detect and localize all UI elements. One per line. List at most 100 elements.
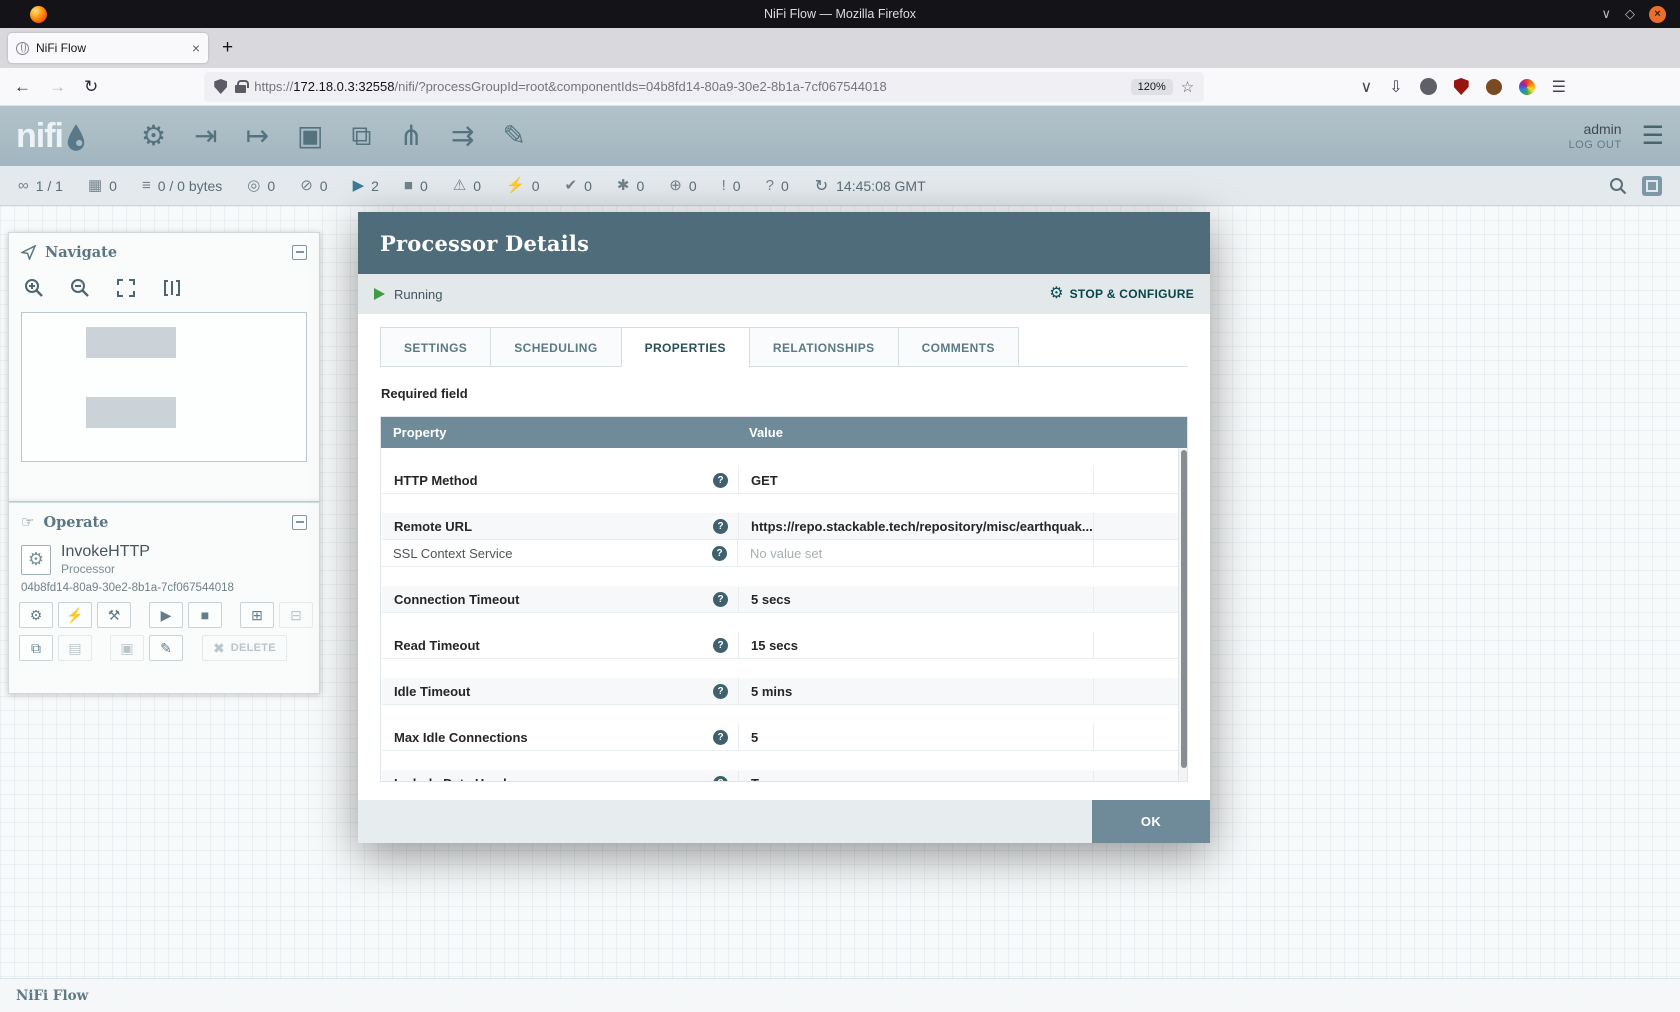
refresh-icon[interactable]: ↻ (815, 176, 828, 196)
collapse-operate-button[interactable] (292, 515, 307, 530)
zoom-out-button[interactable] (69, 277, 91, 302)
scrollbar-thumb[interactable] (1181, 450, 1187, 768)
group-icon[interactable]: ⊞ (240, 602, 274, 628)
pinwheel-extension-icon[interactable] (1519, 79, 1535, 95)
nifi-global-menu-icon[interactable]: ☰ (1642, 121, 1664, 151)
dialog-tab[interactable]: SCHEDULING (490, 327, 621, 367)
property-row[interactable]: Remote URL ? https://repo.stackable.tech… (382, 513, 1187, 540)
help-icon[interactable]: ? (713, 776, 728, 782)
browser-navbar: ← → ↻ https://172.18.0.3:32558/nifi/?pro… (0, 68, 1680, 106)
property-row[interactable]: Idle Timeout ? 5 mins (382, 678, 1187, 705)
lock-icon[interactable] (235, 85, 246, 93)
input-port-icon[interactable]: ⇥ (194, 122, 217, 150)
dialog-tab[interactable]: PROPERTIES (621, 327, 750, 367)
dialog-tab[interactable]: SETTINGS (380, 327, 491, 367)
template-icon[interactable]: ⇉ (451, 122, 474, 150)
configure-icon[interactable]: ⚙ (19, 602, 53, 628)
status-count: 0 (420, 178, 428, 194)
ublock-shield-icon[interactable] (1454, 78, 1469, 95)
status-item: ≡ 0 / 0 bytes (142, 178, 222, 194)
help-icon[interactable]: ? (713, 684, 728, 699)
up-to-date-icon: ✔ (565, 178, 578, 193)
new-tab-button[interactable]: + (222, 37, 233, 59)
process-group-icon[interactable]: ▣ (297, 122, 323, 150)
forward-button[interactable]: → (49, 77, 66, 97)
panel-grid-icon[interactable] (1642, 176, 1662, 196)
output-port-icon[interactable]: ↦ (246, 122, 269, 150)
operate-title: Operate (43, 514, 108, 531)
stop-and-configure-button[interactable]: ⚙ STOP & CONFIGURE (1049, 286, 1194, 302)
zoom-level-badge[interactable]: 120% (1131, 79, 1173, 95)
property-row[interactable]: Read Timeout ? 15 secs (382, 632, 1187, 659)
window-minimize-button[interactable]: ∨ (1601, 6, 1611, 22)
active-threads-icon: ▦ (88, 178, 102, 193)
downloads-icon[interactable]: ⇩ (1389, 77, 1402, 97)
zoom-fit-button[interactable] (115, 277, 137, 302)
remote-process-group-icon[interactable]: ⧉ (352, 122, 372, 150)
tab-label: SETTINGS (404, 341, 467, 355)
privacy-badger-icon[interactable] (1486, 79, 1502, 95)
dialog-footer: OK (358, 800, 1210, 843)
running-status-label: Running (394, 287, 442, 302)
help-icon[interactable]: ? (713, 638, 728, 653)
help-icon[interactable]: ? (713, 592, 728, 607)
start-icon[interactable]: ▶ (149, 602, 183, 628)
back-button[interactable]: ← (14, 77, 31, 97)
table-scrollbar[interactable] (1178, 448, 1187, 781)
navigate-icon (21, 245, 36, 260)
logout-button[interactable]: LOG OUT (1569, 139, 1622, 151)
navigate-title: Navigate (45, 244, 117, 261)
processor-icon[interactable]: ⚙ (141, 122, 166, 150)
tracking-shield-icon[interactable] (214, 79, 227, 94)
breadcrumb-root-link[interactable]: NiFi Flow (16, 988, 88, 1004)
dialog-tab[interactable]: RELATIONSHIPS (749, 327, 899, 367)
status-item: ✔ 0 (565, 178, 592, 194)
browser-tab[interactable]: NiFi Flow × (8, 33, 208, 63)
enable-icon[interactable]: ⚡ (58, 602, 92, 628)
property-row[interactable]: SSL Context Service ? No value set (381, 540, 1187, 567)
property-row[interactable]: Include Date Header ? True (382, 770, 1187, 781)
ok-button[interactable]: OK (1092, 800, 1210, 843)
account-icon[interactable] (1420, 78, 1437, 95)
paste-icon[interactable]: ▤ (58, 635, 92, 661)
app-menu-icon[interactable]: ☰ (1552, 77, 1566, 97)
access-policies-icon[interactable]: ⚒ (97, 602, 131, 628)
help-icon[interactable]: ? (713, 519, 728, 534)
label-icon[interactable]: ✎ (502, 122, 525, 150)
bookmark-star-button[interactable]: ☆ (1181, 78, 1194, 96)
pocket-icon[interactable]: ∨ (1361, 77, 1373, 97)
window-close-button[interactable]: × (1649, 6, 1666, 23)
window-maximize-button[interactable]: ◇ (1625, 6, 1635, 22)
help-icon[interactable]: ? (713, 730, 728, 745)
minimap[interactable] (21, 312, 307, 462)
status-item: ■ 0 (404, 178, 428, 194)
dialog-tab[interactable]: COMMENTS (898, 327, 1019, 367)
help-icon[interactable]: ? (713, 473, 728, 488)
copy-icon[interactable]: ⧉ (19, 635, 53, 661)
delete-icon[interactable]: ✖DELETE (202, 635, 287, 661)
ungroup-icon[interactable]: ⊟ (279, 602, 313, 628)
urlbar[interactable]: https://172.18.0.3:32558/nifi/?processGr… (204, 72, 1204, 102)
zoom-actual-button[interactable] (161, 277, 183, 302)
status-count: 0 (733, 178, 741, 194)
zoom-in-button[interactable] (23, 277, 45, 302)
reload-button[interactable]: ↻ (84, 77, 98, 97)
property-row[interactable]: Max Idle Connections ? 5 (382, 724, 1187, 751)
global-search-icon[interactable] (1608, 176, 1628, 196)
stop-icon[interactable]: ■ (188, 602, 222, 628)
minimap-component-rect (86, 327, 176, 358)
color-icon[interactable]: ▣ (110, 635, 144, 661)
not-transmitting-icon: ⊘ (300, 178, 313, 193)
property-row[interactable]: HTTP Method ? GET (382, 467, 1187, 494)
locally-modified-stale-icon: ! (722, 178, 726, 193)
funnel-icon[interactable]: ⋔ (400, 122, 423, 150)
collapse-navigate-button[interactable] (292, 245, 307, 260)
help-icon[interactable]: ? (712, 546, 727, 561)
status-count: 0 (584, 178, 592, 194)
browser-actions: ∨ ⇩ ☰ (1361, 77, 1566, 97)
property-row[interactable]: Connection Timeout ? 5 secs (382, 586, 1187, 613)
tab-close-button[interactable]: × (192, 40, 200, 56)
user-name-label: admin (1569, 121, 1622, 137)
brush-icon[interactable]: ✎ (149, 635, 183, 661)
property-name: Read Timeout (394, 638, 480, 653)
